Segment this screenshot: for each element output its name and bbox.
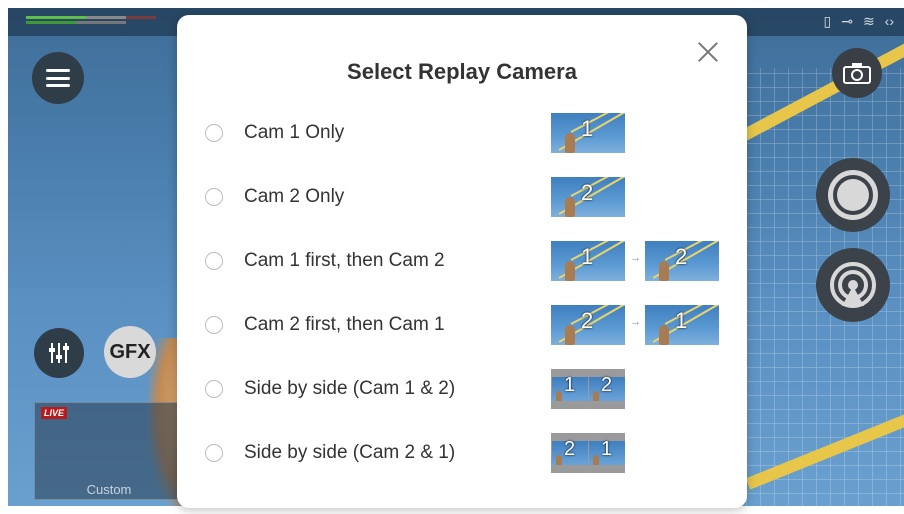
option-side-by-side-1-2[interactable]: Side by side (Cam 1 & 2) 1 2 — [197, 364, 727, 414]
gfx-button[interactable]: GFX — [104, 326, 156, 378]
cam1-thumbnail: 1 — [645, 305, 719, 345]
menu-icon — [46, 69, 70, 87]
link-icon: ‹› — [884, 13, 894, 29]
wifi-icon: ≋ — [862, 13, 875, 29]
record-icon — [828, 170, 878, 220]
snapshot-button[interactable] — [832, 48, 882, 98]
cam2-thumbnail: 2 — [551, 177, 625, 217]
cam-number: 2 — [601, 374, 613, 396]
option-label: Cam 2 Only — [244, 186, 345, 207]
battery-icon: ⊸ — [841, 13, 853, 29]
live-preview-tile[interactable]: LIVE Custom — [34, 402, 184, 500]
preview-label: Custom — [86, 482, 132, 497]
radio-button[interactable] — [205, 380, 223, 398]
cam-number: 1 — [675, 308, 688, 333]
option-label: Side by side (Cam 2 & 1) — [244, 442, 456, 463]
option-cam1-then-cam2[interactable]: Cam 1 first, then Cam 2 1 → 2 — [197, 236, 727, 286]
radio-button[interactable] — [205, 316, 223, 334]
broadcast-icon — [830, 262, 876, 308]
option-label: Cam 1 Only — [244, 122, 345, 143]
record-button[interactable] — [816, 158, 890, 232]
split-thumbnail: 2 1 — [551, 433, 625, 473]
dialog-title: Select Replay Camera — [347, 59, 577, 84]
option-side-by-side-2-1[interactable]: Side by side (Cam 2 & 1) 2 1 — [197, 428, 727, 478]
system-status-icons: ▯ ⊸ ≋ ‹› — [823, 13, 894, 30]
gfx-label: GFX — [109, 340, 151, 363]
cam-number: 2 — [581, 308, 594, 333]
cam-number: 1 — [601, 438, 613, 460]
split-thumbnail: 1 2 — [551, 369, 625, 409]
cam-number: 1 — [564, 374, 576, 396]
menu-button[interactable] — [32, 52, 84, 104]
cam1-thumbnail: 1 — [551, 113, 625, 153]
radio-button[interactable] — [205, 444, 223, 462]
mixer-icon — [49, 343, 69, 363]
audio-mixer-button[interactable] — [34, 328, 84, 378]
cam2-thumbnail: 2 — [551, 305, 625, 345]
cam2-thumbnail: 2 — [645, 241, 719, 281]
option-cam2-then-cam1[interactable]: Cam 2 first, then Cam 1 2 → 1 — [197, 300, 727, 350]
cam1-thumbnail: 1 — [551, 241, 625, 281]
cam-number: 2 — [564, 438, 576, 460]
option-cam2-only[interactable]: Cam 2 Only 2 — [197, 172, 727, 222]
option-cam1-only[interactable]: Cam 1 Only 1 — [197, 108, 727, 158]
sd-card-icon: ▯ — [823, 13, 832, 29]
option-label: Cam 1 first, then Cam 2 — [244, 250, 445, 271]
option-label: Side by side (Cam 1 & 2) — [244, 378, 456, 399]
replay-camera-dialog: Select Replay Camera Cam 1 Only 1 Cam 2 … — [177, 15, 747, 508]
arrow-right-icon: → — [630, 252, 641, 264]
audio-meter — [26, 16, 166, 24]
radio-button[interactable] — [205, 124, 223, 142]
cam-number: 1 — [581, 244, 594, 269]
cam-number: 1 — [581, 116, 594, 141]
radio-button[interactable] — [205, 252, 223, 270]
broadcast-button[interactable] — [816, 248, 890, 322]
cam-number: 2 — [581, 180, 594, 205]
close-icon[interactable] — [697, 41, 719, 63]
cam-number: 2 — [675, 244, 688, 269]
live-badge: LIVE — [41, 407, 68, 419]
arrow-right-icon: → — [630, 316, 641, 328]
camera-icon — [843, 63, 871, 84]
option-label: Cam 2 first, then Cam 1 — [244, 314, 445, 335]
radio-button[interactable] — [205, 188, 223, 206]
